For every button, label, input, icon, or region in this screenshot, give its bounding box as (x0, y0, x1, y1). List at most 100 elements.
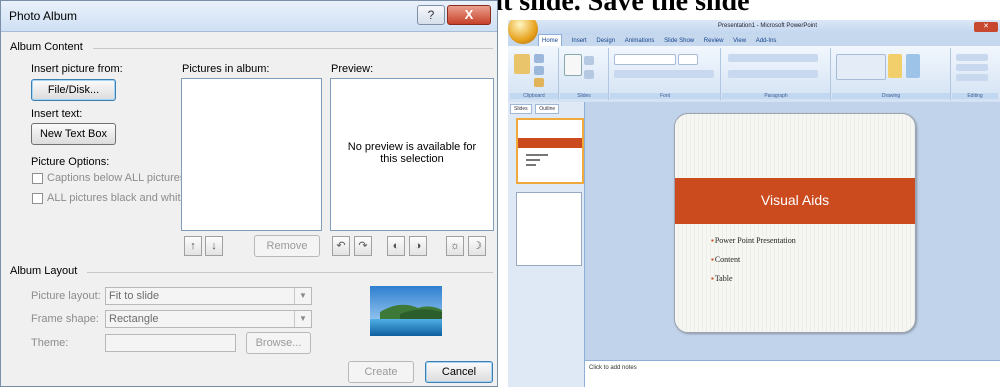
cut-icon[interactable] (534, 54, 544, 63)
slide-thumbnail-2[interactable] (516, 192, 582, 266)
thumbnail-text (526, 164, 536, 166)
picture-options-label: Picture Options: (31, 156, 110, 168)
create-button[interactable]: Create (348, 361, 414, 383)
bullet-item: ▪Content (711, 255, 796, 264)
preview-label: Preview: (331, 63, 374, 75)
new-slide-icon[interactable] (564, 54, 582, 76)
office-button-icon[interactable] (508, 20, 538, 44)
ribbon: Clipboard Slides Font Paragraph Drawing (508, 46, 1000, 103)
layout-preview-thumbnail (370, 286, 442, 336)
help-button[interactable]: ? (417, 5, 445, 25)
new-text-box-button[interactable]: New Text Box (31, 123, 116, 145)
thumbnail-band (518, 138, 582, 148)
ribbon-group-slides: Slides (560, 48, 609, 100)
frame-shape-value: Rectangle (109, 313, 159, 325)
ribbon-group-paragraph: Paragraph (722, 48, 831, 100)
album-content-label: Album Content (10, 41, 83, 53)
bullet-item: ▪Power Point Presentation (711, 236, 796, 245)
slide-thumbnail-1[interactable] (516, 118, 584, 184)
pictures-listbox[interactable] (181, 78, 322, 231)
bullet-text: Table (714, 274, 733, 283)
brightness-up-icon[interactable]: ☼ (446, 236, 464, 256)
rotate-right-icon[interactable]: ↷ (354, 236, 372, 256)
frame-shape-label: Frame shape: (31, 313, 99, 325)
quick-styles-icon[interactable] (906, 54, 920, 78)
preview-message: No preview is available for this selecti… (347, 141, 477, 165)
picture-layout-value: Fit to slide (109, 290, 160, 302)
tab-slides[interactable]: Slides (510, 104, 532, 114)
slide-title[interactable]: Visual Aids (675, 192, 915, 208)
ribbon-group-clipboard: Clipboard (510, 48, 559, 100)
thumbnail-text (526, 159, 540, 161)
ppt-titlebar: Presentation1 - Microsoft PowerPoint ✕ (508, 20, 1000, 34)
ribbon-tabs: Home Insert Design Animations Slide Show… (538, 34, 1000, 47)
tab-outline[interactable]: Outline (535, 104, 560, 114)
contrast-up-icon[interactable]: ◐ (387, 236, 405, 256)
slide-bullet-list[interactable]: ▪Power Point Presentation ▪Content ▪Tabl… (711, 236, 796, 293)
close-button[interactable]: X (447, 5, 491, 25)
preview-panel: No preview is available for this selecti… (330, 78, 494, 231)
select-icon[interactable] (956, 74, 988, 81)
ribbon-group-label: Clipboard (510, 93, 558, 99)
slides-pane: Slides Outline (508, 102, 585, 387)
replace-icon[interactable] (956, 64, 988, 71)
cancel-button[interactable]: Cancel (425, 361, 493, 383)
font-format-icons[interactable] (614, 70, 714, 78)
copy-icon[interactable] (534, 66, 544, 75)
ribbon-group-label: Paragraph (722, 93, 830, 99)
powerpoint-window: Presentation1 - Microsoft PowerPoint ✕ H… (508, 20, 1000, 387)
file-disk-button[interactable]: File/Disk... (31, 79, 116, 101)
slide-canvas[interactable]: Visual Aids ▪Power Point Presentation ▪C… (674, 113, 916, 333)
notes-pane[interactable]: Click to add notes (585, 360, 1000, 387)
bullet-icon: ▪ (711, 274, 714, 283)
browse-button[interactable]: Browse... (246, 332, 311, 354)
arrange-icon[interactable] (888, 54, 902, 78)
font-size-field[interactable] (678, 54, 698, 65)
chevron-down-icon: ▼ (294, 288, 311, 304)
font-name-field[interactable] (614, 54, 676, 65)
find-icon[interactable] (956, 54, 988, 61)
thumbnail-text (526, 154, 548, 156)
ppt-window-title: Presentation1 - Microsoft PowerPoint (718, 23, 818, 29)
rotate-left-icon[interactable]: ↶ (332, 236, 350, 256)
ribbon-group-label: Editing (952, 93, 998, 99)
ribbon-group-label: Font (610, 93, 720, 99)
ribbon-group-label: Drawing (832, 93, 950, 99)
slide-title-band: Visual Aids (675, 178, 915, 224)
shapes-gallery-icon[interactable] (836, 54, 886, 80)
ppt-close-icon[interactable]: ✕ (974, 22, 998, 32)
picture-layout-label: Picture layout: (31, 290, 101, 302)
layout-icon[interactable] (584, 56, 594, 65)
reset-icon[interactable] (584, 70, 594, 79)
theme-input[interactable] (105, 334, 236, 352)
frame-shape-select[interactable]: Rectangle ▼ (105, 310, 312, 328)
format-painter-icon[interactable] (534, 78, 544, 87)
remove-button[interactable]: Remove (254, 235, 320, 257)
bullets-icons[interactable] (728, 54, 818, 62)
album-layout-label: Album Layout (10, 265, 78, 277)
group-divider (87, 272, 493, 273)
captions-checkbox[interactable] (32, 173, 43, 184)
contrast-down-icon[interactable]: ◑ (409, 236, 427, 256)
bullet-text: Power Point Presentation (714, 236, 796, 245)
notes-placeholder: Click to add notes (589, 365, 637, 371)
move-down-icon[interactable]: ↓ (205, 236, 223, 256)
pane-tabs: Slides Outline (510, 104, 561, 114)
bullet-item: ▪Table (711, 274, 796, 283)
ribbon-group-drawing: Drawing (832, 48, 951, 100)
slide-workarea: Visual Aids ▪Power Point Presentation ▪C… (585, 102, 1000, 360)
chevron-down-icon: ▼ (294, 311, 311, 327)
captions-checkbox-label: Captions below ALL pictures (47, 172, 186, 184)
black-white-checkbox[interactable] (32, 193, 43, 204)
move-up-icon[interactable]: ↑ (184, 236, 202, 256)
theme-label: Theme: (31, 337, 69, 349)
picture-layout-select[interactable]: Fit to slide ▼ (105, 287, 312, 305)
group-divider (93, 48, 493, 49)
ribbon-group-editing: Editing (952, 48, 998, 100)
dialog-titlebar: Photo Album ? X (1, 1, 497, 32)
paste-icon[interactable] (514, 54, 530, 74)
align-icons[interactable] (728, 70, 818, 78)
brightness-down-icon[interactable]: ☽ (468, 236, 486, 256)
ribbon-group-font: Font (610, 48, 721, 100)
ribbon-group-label: Slides (560, 93, 608, 99)
